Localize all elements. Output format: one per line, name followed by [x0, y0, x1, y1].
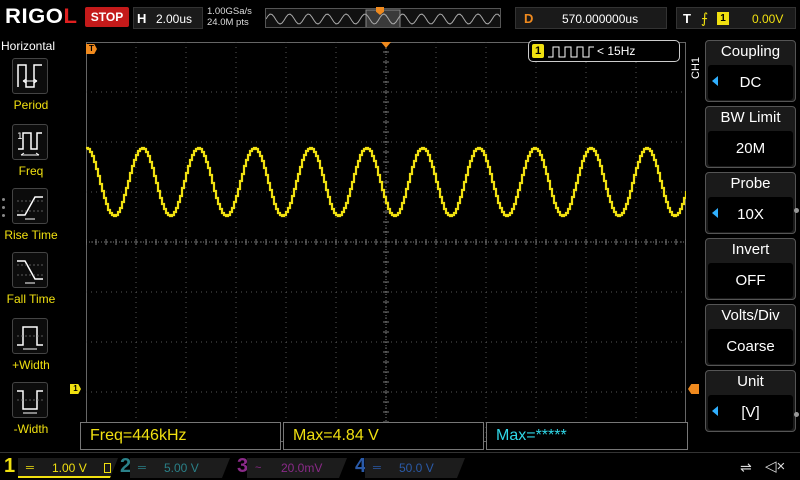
- period-icon: [12, 58, 48, 94]
- unit-softkey[interactable]: Unit [V]: [705, 370, 796, 432]
- graticule: [86, 42, 686, 442]
- ch1-coupling-icon: ═: [26, 462, 34, 474]
- trigger-source: 1: [717, 12, 729, 25]
- ch2-coupling-icon: ═: [138, 462, 146, 474]
- coupling-value: DC: [708, 65, 793, 100]
- horizontal-delay[interactable]: D 570.000000us: [515, 7, 667, 29]
- bw-limit-title: BW Limit: [720, 109, 781, 126]
- trigger-tag: T: [683, 11, 691, 26]
- select-arrow-icon: [712, 406, 718, 416]
- ch1-scale-panel[interactable]: ═ 1.00 V: [18, 458, 118, 478]
- channel-status-bar: 1 ═ 1.00 V 2 ═ 5.00 V 3 ~ 20.0mV 4 ═ 50.…: [0, 452, 800, 480]
- volts-div-title: Volts/Div: [721, 307, 780, 324]
- run-stop-indicator[interactable]: STOP: [85, 7, 129, 27]
- coupling-softkey[interactable]: Coupling DC: [705, 40, 796, 102]
- top-status-bar: RIGOL STOP H 2.00us 1.00GSa/s 24.0M pts …: [0, 0, 800, 36]
- measure-positive-width-button[interactable]: +Width: [0, 318, 62, 380]
- probe-title: Probe: [730, 175, 771, 192]
- acquisition-info: 1.00GSa/s 24.0M pts: [207, 6, 263, 30]
- horizontal-tag: H: [137, 11, 147, 26]
- measurement-max[interactable]: Max=4.84 V: [283, 422, 484, 450]
- measure-rise-time-label: Rise Time: [4, 228, 58, 242]
- probe-softkey[interactable]: Probe 10X: [705, 172, 796, 234]
- frequency-counter-indicator: 1 < 15Hz: [528, 40, 680, 62]
- unit-title: Unit: [737, 373, 764, 390]
- delay-tag: D: [524, 11, 534, 26]
- usb-icon: ⇌: [740, 459, 752, 475]
- ch4-number[interactable]: 4: [355, 455, 366, 478]
- ch3-number[interactable]: 3: [237, 455, 248, 478]
- square-wave-icon: [548, 46, 594, 58]
- negative-width-icon: [12, 382, 48, 418]
- ch4-coupling-icon: ═: [373, 462, 381, 474]
- speaker-muted-icon[interactable]: ◁×: [765, 457, 785, 475]
- measurement-max-ch2[interactable]: Max=*****: [486, 422, 688, 450]
- left-measure-menu: Horizontal Period 1 Freq Rise Time Fall …: [0, 38, 62, 450]
- rising-edge-icon: ⨍: [701, 10, 709, 26]
- frequency-icon: 1: [12, 124, 48, 160]
- trigger-level: 0.00V: [752, 12, 784, 26]
- delay-value: 570.000000us: [562, 12, 639, 26]
- measurement-freq[interactable]: Freq=446kHz: [80, 422, 281, 450]
- ch1-probe-icon: [104, 463, 111, 473]
- bw-limit-softkey[interactable]: BW Limit 20M: [705, 106, 796, 168]
- invert-value: OFF: [708, 263, 793, 298]
- trigger-status[interactable]: T ⨍ 1 0.00V: [676, 7, 796, 29]
- trigger-level-marker[interactable]: [688, 384, 699, 394]
- freq-counter-channel: 1: [532, 44, 544, 58]
- svg-text:1: 1: [17, 132, 23, 142]
- volts-div-softkey[interactable]: Volts/Div Coarse: [705, 304, 796, 366]
- memory-depth: 24.0M pts: [207, 17, 249, 28]
- menu-page-dot: [794, 208, 799, 213]
- channel-menu-label: CH1: [690, 56, 702, 79]
- positive-width-icon: [12, 318, 48, 354]
- ch3-scale: 20.0mV: [281, 461, 323, 475]
- timebase-value: 2.00us: [156, 12, 193, 26]
- ch3-coupling-icon: ~: [255, 462, 262, 474]
- bw-limit-value: 20M: [708, 131, 793, 166]
- measure-freq-button[interactable]: 1 Freq: [0, 124, 62, 186]
- horizontal-timebase[interactable]: H 2.00us: [133, 7, 203, 29]
- ch4-scale-panel[interactable]: ═ 50.0 V: [365, 458, 465, 478]
- waveform-display[interactable]: [86, 42, 686, 442]
- ch4-scale: 50.0 V: [399, 461, 434, 475]
- measure-positive-width-label: +Width: [12, 358, 50, 372]
- trigger-position-marker: [381, 42, 391, 48]
- sample-rate: 1.00GSa/s: [207, 6, 252, 17]
- measure-negative-width-label: -Width: [13, 422, 49, 436]
- measure-negative-width-button[interactable]: -Width: [0, 382, 62, 444]
- ch1-number[interactable]: 1: [4, 455, 15, 478]
- ch2-scale-panel[interactable]: ═ 5.00 V: [130, 458, 230, 478]
- ch1-scale: 1.00 V: [52, 461, 87, 475]
- ch2-scale: 5.00 V: [164, 461, 199, 475]
- coupling-title: Coupling: [720, 43, 781, 60]
- measure-rise-time-button[interactable]: Rise Time: [0, 188, 62, 250]
- probe-value: 10X: [708, 197, 793, 232]
- measure-category-title: Horizontal: [1, 39, 56, 53]
- measure-period-label: Period: [13, 98, 49, 112]
- ch1-ground-marker[interactable]: 1: [70, 384, 81, 394]
- measure-period-button[interactable]: Period: [0, 58, 62, 120]
- measure-fall-time-label: Fall Time: [6, 292, 56, 306]
- ch2-number[interactable]: 2: [120, 455, 131, 478]
- rise-time-icon: [12, 188, 48, 224]
- ch3-scale-panel[interactable]: ~ 20.0mV: [247, 458, 347, 478]
- measure-fall-time-button[interactable]: Fall Time: [0, 252, 62, 314]
- volts-div-value: Coarse: [708, 329, 793, 364]
- menu-page-dot: [794, 412, 799, 417]
- invert-title: Invert: [731, 241, 770, 258]
- select-arrow-icon: [712, 76, 718, 86]
- measure-freq-label: Freq: [18, 164, 44, 178]
- invert-softkey[interactable]: Invert OFF: [705, 238, 796, 300]
- freq-counter-value: < 15Hz: [597, 44, 636, 58]
- select-arrow-icon: [712, 208, 718, 218]
- unit-value: [V]: [708, 395, 793, 430]
- fall-time-icon: [12, 252, 48, 288]
- brand-logo: RIGOL: [5, 5, 78, 28]
